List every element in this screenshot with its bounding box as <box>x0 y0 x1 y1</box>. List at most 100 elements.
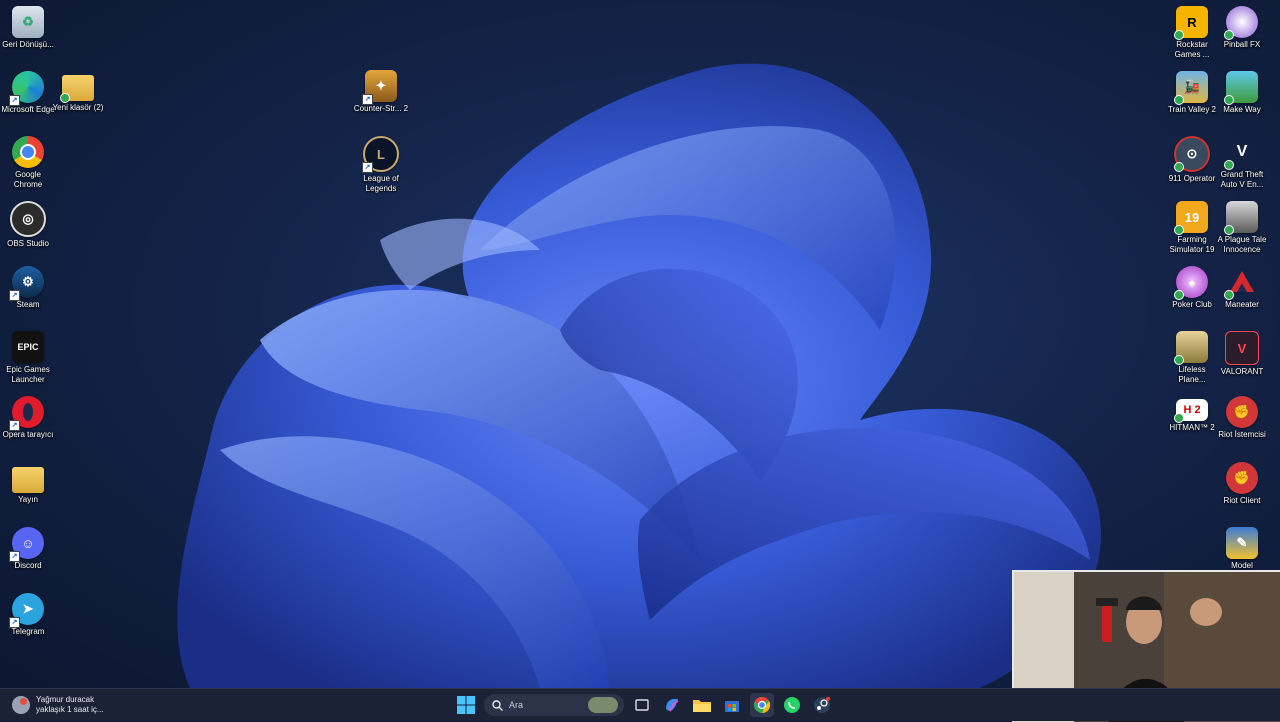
desktop-icon-yayin[interactable]: Yayın <box>0 464 56 505</box>
search-placeholder: Ara <box>509 700 524 710</box>
make-way-icon <box>1224 71 1258 105</box>
shortcut-arrow-icon: ↗ <box>9 420 20 431</box>
desktop-icon-label: Make Way <box>1223 105 1261 114</box>
store-button[interactable] <box>720 693 744 717</box>
pinball-icon <box>1224 6 1258 40</box>
copilot-button[interactable] <box>660 693 684 717</box>
rockstar-icon: R <box>1174 6 1208 40</box>
desktop-icon-valorant[interactable]: V VALORANT <box>1214 331 1270 377</box>
desktop-icon-plague-tale[interactable]: A Plague Tale Innocence <box>1214 201 1270 255</box>
sync-check-icon <box>1174 30 1184 40</box>
desktop-icon-label: Pinball FX <box>1223 40 1261 49</box>
league-of-legends-icon: L ↗ <box>362 136 399 173</box>
plague-tale-icon <box>1224 201 1258 235</box>
desktop-icon-new-folder[interactable]: Yeni klasör (2) <box>50 72 106 113</box>
train-valley-icon: 🚂 <box>1174 71 1208 105</box>
desktop-icon-epic[interactable]: EPIC Epic Games Launcher <box>0 331 56 385</box>
discord-icon: ☺ ↗ <box>9 527 44 562</box>
sync-check-icon <box>1224 225 1234 235</box>
desktop-icon-label: Farming Simulator 19 <box>1169 235 1215 254</box>
model-icon: ✎ <box>1226 527 1258 559</box>
desktop-icon-maneater[interactable]: Maneater <box>1214 266 1270 310</box>
steam-icon <box>814 696 831 713</box>
search-highlight-image <box>588 697 618 713</box>
folder-icon <box>12 467 44 493</box>
sync-check-icon <box>1174 225 1184 235</box>
desktop-icon-riot-client[interactable]: ✊ Riot Client <box>1214 462 1270 506</box>
desktop-icon-label: Discord <box>14 561 42 570</box>
search-icon <box>492 699 503 711</box>
whatsapp-icon <box>784 697 800 713</box>
desktop-icon-pinball-fx[interactable]: Pinball FX <box>1214 6 1270 50</box>
desktop-icon-label: Yayın <box>18 495 38 504</box>
desktop-icon-911-operator[interactable]: ⊙ 911 Operator <box>1164 136 1220 184</box>
store-icon <box>725 701 739 712</box>
desktop-icon-steam[interactable]: ⚙ ↗ Steam <box>0 266 56 310</box>
task-view-icon <box>635 699 649 711</box>
sync-check-icon <box>1224 160 1234 170</box>
sync-check-icon <box>1224 95 1234 105</box>
weather-status: Yağmur duracak <box>36 695 95 704</box>
counter-strike-icon: ✦ ↗ <box>362 70 397 105</box>
file-explorer-button[interactable] <box>690 693 714 717</box>
weather-widget[interactable]: Yağmur duracak yaklaşık 1 saat iç... <box>12 693 104 717</box>
desktop-icon-opera[interactable]: ↗ Opera tarayıcı <box>0 396 56 440</box>
desktop-icon-label: Poker Club <box>1172 300 1212 309</box>
desktop-icon-lifeless-planet[interactable]: Lifeless Plane... <box>1164 331 1220 385</box>
desktop-icon-label: VALORANT <box>1220 367 1264 376</box>
desktop-icon-label: Geri Dönüşü... <box>2 40 54 49</box>
whatsapp-button[interactable] <box>780 693 804 717</box>
desktop-icon-telegram[interactable]: ➤ ↗ Telegram <box>0 593 56 637</box>
desktop-icon-gta-v[interactable]: V Grand Theft Auto V En... <box>1214 136 1270 190</box>
sync-check-icon <box>1174 162 1184 172</box>
task-view-button[interactable] <box>630 693 654 717</box>
desktop-icon-label: 911 Operator <box>1168 174 1216 183</box>
desktop-icon-label: Yeni klasör (2) <box>52 103 104 112</box>
desktop-icon-label: Rockstar Games ... <box>1174 40 1210 59</box>
shortcut-arrow-icon: ↗ <box>9 95 20 106</box>
steam-taskbar-button[interactable] <box>810 693 834 717</box>
sync-check-icon <box>1174 413 1184 423</box>
desktop-icon-riot-istemcisi[interactable]: ✊ Riot İstemcisi <box>1214 396 1270 440</box>
chrome-icon <box>12 136 44 168</box>
desktop-icon-label: Steam <box>16 300 40 309</box>
hitman-icon: H 2 <box>1174 399 1208 423</box>
desktop-icon-label: Riot Client <box>1223 496 1261 505</box>
desktop-icon-hitman[interactable]: H 2 HITMAN™ 2 <box>1164 399 1220 433</box>
maneater-icon <box>1224 266 1258 300</box>
chrome-taskbar-button[interactable] <box>750 693 774 717</box>
sync-check-icon <box>1224 30 1234 40</box>
desktop-icon-model[interactable]: ✎ Model <box>1214 527 1270 571</box>
desktop-icon-chrome[interactable]: Google Chrome <box>0 136 56 190</box>
sync-check-icon <box>1174 95 1184 105</box>
recycle-bin-icon: ♻ <box>12 6 44 38</box>
desktop-icon-train-valley[interactable]: 🚂 Train Valley 2 <box>1164 71 1220 115</box>
sync-check-icon <box>1174 355 1184 365</box>
obs-icon: ◎ <box>10 201 46 237</box>
taskbar-search[interactable]: Ara <box>484 694 624 716</box>
sync-check-icon <box>1224 290 1234 300</box>
shortcut-arrow-icon: ↗ <box>9 290 20 301</box>
desktop-icon-obs[interactable]: ◎ OBS Studio <box>0 201 56 249</box>
opera-icon: ↗ <box>9 396 44 431</box>
desktop-icon-make-way[interactable]: Make Way <box>1214 71 1270 115</box>
start-button[interactable] <box>454 693 478 717</box>
taskbar-apps: Ara <box>454 692 834 718</box>
weather-detail: yaklaşık 1 saat iç... <box>36 705 104 714</box>
shortcut-arrow-icon: ↗ <box>362 94 373 105</box>
taskbar: Yağmur duracak yaklaşık 1 saat iç... Ara <box>0 688 1280 721</box>
desktop-icon-league-of-legends[interactable]: L ↗ League of Legends <box>353 136 409 194</box>
desktop-icon-farming-simulator[interactable]: 19 Farming Simulator 19 <box>1164 201 1220 255</box>
desktop-icon-edge[interactable]: ↗ Microsoft Edge <box>0 71 56 115</box>
copilot-icon <box>666 699 679 712</box>
desktop-icon-discord[interactable]: ☺ ↗ Discord <box>0 527 56 571</box>
desktop-icon-recycle-bin[interactable]: ♻ Geri Dönüşü... <box>0 6 56 50</box>
farming-sim-icon: 19 <box>1174 201 1208 235</box>
file-explorer-icon <box>693 700 711 712</box>
desktop-icon-label: Train Valley 2 <box>1167 105 1217 114</box>
desktop-icon-label: Microsoft Edge <box>1 105 55 114</box>
desktop-icon-rockstar[interactable]: R Rockstar Games ... <box>1164 6 1220 60</box>
desktop-icon-poker-club[interactable]: ♠ Poker Club <box>1164 266 1220 310</box>
desktop-icon-label: Counter-Str... 2 <box>353 104 409 113</box>
desktop-icon-counter-strike[interactable]: ✦ ↗ Counter-Str... 2 <box>353 70 409 114</box>
